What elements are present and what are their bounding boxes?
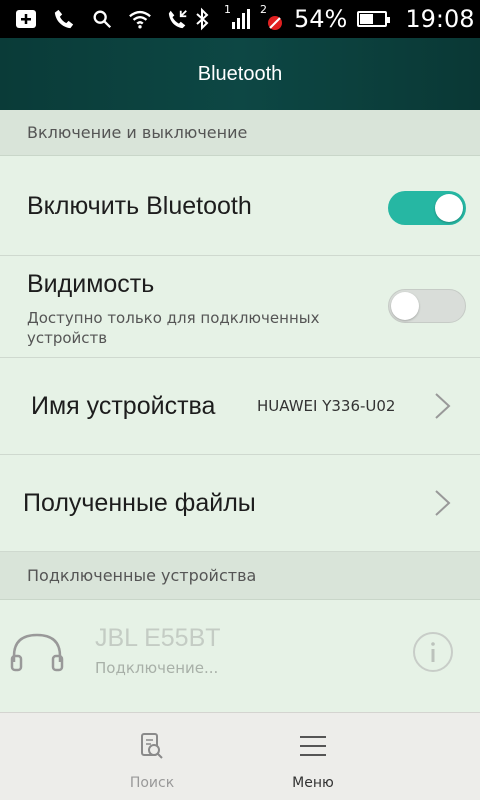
- battery-percent: 54%: [294, 5, 348, 33]
- received-files-label: Полученные файлы: [23, 489, 256, 517]
- status-bar: 1 2 54% 19:08: [0, 0, 480, 38]
- chevron-right-icon: [435, 490, 451, 516]
- phone-icon: [52, 7, 76, 31]
- signal-1-label: 1: [224, 3, 231, 16]
- visibility-row[interactable]: Видимость Доступно только для подключенн…: [0, 256, 480, 358]
- no-sim-icon: 2: [260, 3, 284, 31]
- enable-bluetooth-row[interactable]: Включить Bluetooth: [0, 156, 480, 256]
- bluetooth-icon: [190, 7, 214, 31]
- page-title: Bluetooth: [197, 62, 283, 85]
- toggle-knob: [391, 292, 419, 320]
- battery-icon: [357, 11, 391, 27]
- device-name-row[interactable]: Имя устройства HUAWEI Y336-U02: [0, 358, 480, 455]
- call-forward-icon: [166, 7, 190, 31]
- signal-2-label: 2: [260, 3, 267, 16]
- bluetooth-toggle[interactable]: [388, 191, 466, 225]
- connected-device-row[interactable]: JBL E55BT Подключение...: [0, 600, 480, 712]
- visibility-subtitle-line2: устройств: [27, 329, 108, 347]
- section-header-power: Включение и выключение: [0, 110, 480, 156]
- toggle-knob: [435, 194, 463, 222]
- received-files-row[interactable]: Полученные файлы: [0, 455, 480, 552]
- battery-level: [360, 14, 374, 24]
- device-name-value: HUAWEI Y336-U02: [257, 397, 396, 415]
- signal-icon: 1: [224, 3, 250, 31]
- add-box-icon: [14, 7, 38, 31]
- app-header: Bluetooth: [0, 38, 480, 110]
- device-name-label: Имя устройства: [31, 392, 216, 420]
- clock: 19:08: [405, 5, 475, 33]
- bottom-toolbar: Поиск Меню: [0, 712, 480, 800]
- search-label: Поиск: [129, 775, 175, 791]
- visibility-subtitle-line1: Доступно только для подключенных: [27, 309, 320, 327]
- chevron-right-icon: [435, 393, 451, 419]
- device-status: Подключение...: [95, 659, 219, 677]
- visibility-toggle[interactable]: [388, 289, 466, 323]
- device-name: JBL E55BT: [95, 624, 221, 652]
- menu-label: Меню: [292, 775, 334, 791]
- menu-icon: [300, 736, 326, 756]
- wifi-icon: [128, 7, 152, 31]
- headphones-icon: [10, 633, 64, 672]
- search-device-icon: [141, 733, 163, 759]
- menu-button[interactable]: Меню: [193, 713, 433, 800]
- enable-bluetooth-label: Включить Bluetooth: [27, 192, 252, 220]
- visibility-label: Видимость: [27, 270, 155, 298]
- search-icon: [90, 7, 114, 31]
- section-title-power: Включение и выключение: [27, 123, 248, 142]
- section-title-connected: Подключенные устройства: [27, 566, 257, 585]
- section-header-connected: Подключенные устройства: [0, 552, 480, 600]
- info-icon[interactable]: [412, 631, 454, 673]
